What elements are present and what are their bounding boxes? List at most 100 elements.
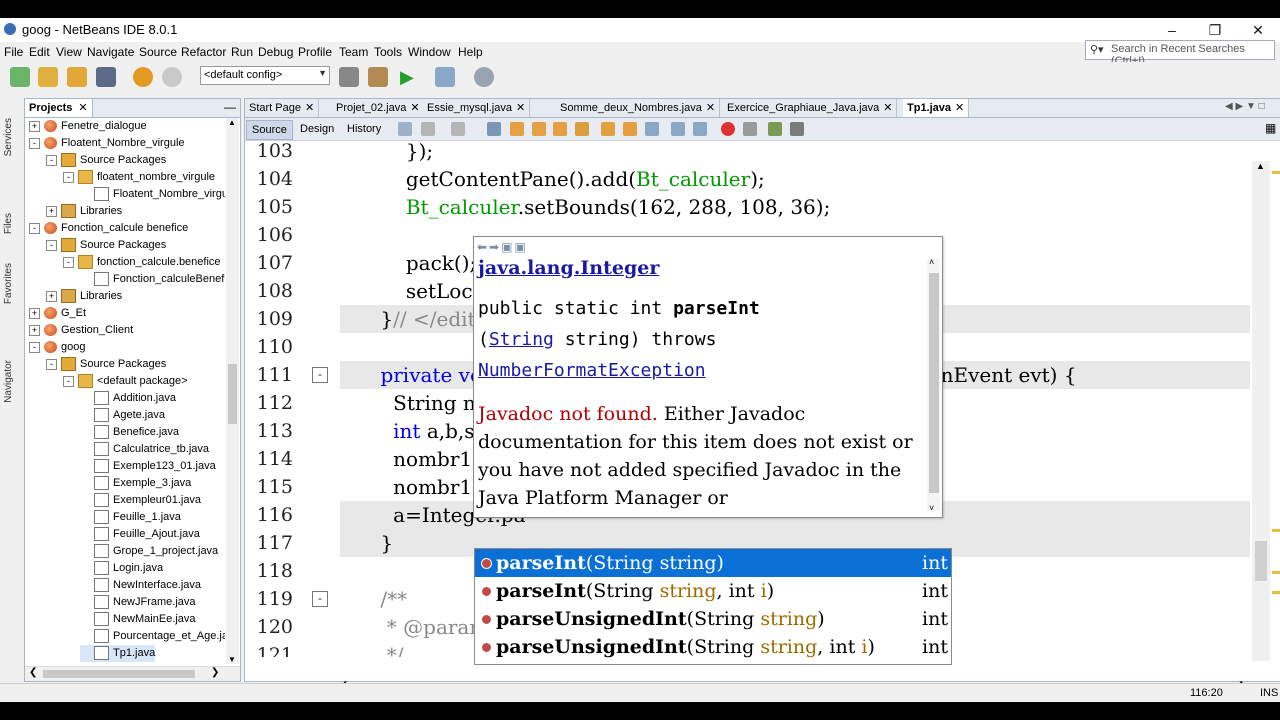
tree-node[interactable]: - Fonction_calcule benefice — [29, 220, 188, 237]
last-edit-icon[interactable] — [398, 122, 412, 136]
back-icon[interactable] — [421, 122, 435, 136]
tab-tp1-java[interactable]: Tp1.java ✕ — [903, 99, 970, 117]
tree-node[interactable]: - Floatent_Nombre_virgule — [29, 135, 185, 152]
tree-node[interactable]: + Libraries — [46, 203, 122, 220]
menu-debug[interactable]: Debug — [258, 45, 293, 59]
tree-node[interactable]: + Libraries — [46, 288, 122, 305]
debug-icon[interactable] — [435, 67, 455, 87]
expand-icon[interactable]: + — [46, 290, 57, 302]
completion-item[interactable]: parseInt(String string, int i) int — [475, 577, 951, 605]
find-selection-icon[interactable] — [487, 122, 501, 136]
start-macro-icon[interactable] — [721, 122, 735, 136]
tree-node[interactable]: + G_Et — [29, 305, 86, 322]
tab-history[interactable]: History — [342, 120, 386, 138]
tree-node[interactable]: Benefice.java — [80, 424, 179, 441]
menu-team[interactable]: Team — [339, 45, 368, 59]
maximize-editor-icon[interactable]: ▦ — [1265, 121, 1276, 135]
tree-node[interactable]: + Fenetre_dialogue — [29, 118, 147, 135]
run-icon[interactable]: ▶ — [400, 67, 420, 87]
completion-item[interactable]: parseUnsignedInt(String string) int — [475, 605, 951, 633]
editor-vertical-scrollbar[interactable]: ▲ — [1252, 161, 1270, 661]
toggle-rect-selection-icon[interactable] — [575, 122, 589, 136]
menu-profile[interactable]: Profile — [298, 45, 332, 59]
tab-design[interactable]: Design — [295, 120, 339, 138]
menu-help[interactable]: Help — [458, 45, 483, 59]
exception-link[interactable]: NumberFormatException — [478, 360, 706, 381]
menu-run[interactable]: Run — [231, 45, 253, 59]
close-icon[interactable]: ✕ — [305, 102, 314, 114]
tree-node[interactable]: Login.java — [80, 560, 163, 577]
tab-somme-deux-nombres-java[interactable]: Somme_deux_Nombres.java ✕ — [556, 99, 721, 117]
clean-build-icon[interactable] — [368, 67, 388, 87]
previous-bookmark-icon[interactable] — [601, 122, 615, 136]
build-icon[interactable] — [339, 67, 359, 87]
menu-refactor[interactable]: Refactor — [181, 45, 226, 59]
tree-node[interactable]: Agete.java — [80, 407, 165, 424]
tab-source[interactable]: Source — [246, 120, 293, 140]
toggle-bookmark-icon[interactable] — [645, 122, 659, 136]
projects-tab[interactable]: Projects ✕ — [25, 99, 93, 117]
menu-source[interactable]: Source — [139, 45, 177, 59]
collapse-icon[interactable]: - — [46, 154, 57, 166]
tab-essie-mysql-java[interactable]: Essie_mysql.java ✕ — [423, 99, 531, 117]
javadoc-scrollbar[interactable]: ˄ ˅ — [927, 257, 940, 513]
scroll-left-icon[interactable]: ❮ — [29, 667, 37, 678]
tree-node[interactable]: NewJFrame.java — [80, 594, 196, 611]
scroll-thumb[interactable] — [228, 364, 237, 424]
collapse-icon[interactable]: - — [63, 375, 74, 387]
string-type-link[interactable]: String — [489, 329, 554, 350]
close-icon[interactable]: ✕ — [78, 102, 87, 114]
menu-file[interactable]: File — [4, 45, 23, 59]
minimize-icon[interactable]: — — [224, 100, 236, 114]
menu-edit[interactable]: Edit — [29, 45, 50, 59]
tab-start-page[interactable]: Start Page ✕ — [245, 99, 320, 117]
tree-node[interactable]: Floatent_Nombre_virgule.java — [80, 186, 225, 203]
quick-search-input[interactable]: ⚲▾ Search in Recent Searches (Ctrl+I) — [1085, 40, 1275, 67]
tree-vertical-scrollbar[interactable]: ▲ ▼ — [226, 118, 239, 664]
tab-projet-02-java[interactable]: Projet_02.java ✕ — [332, 99, 425, 117]
close-icon[interactable]: ✕ — [883, 102, 892, 114]
close-icon[interactable]: ✕ — [516, 102, 525, 114]
fold-toggle-icon[interactable]: - — [312, 591, 328, 607]
find-previous-icon[interactable] — [510, 122, 524, 136]
tree-node[interactable]: Feuille_Ajout.java — [80, 526, 200, 543]
stop-macro-icon[interactable] — [743, 122, 757, 136]
collapse-icon[interactable]: - — [63, 256, 74, 268]
tree-node[interactable]: + Gestion_Client — [29, 322, 133, 339]
next-bookmark-icon[interactable] — [623, 122, 637, 136]
collapse-icon[interactable]: - — [29, 137, 40, 149]
tab-exercice-graphiaue-java-java[interactable]: Exercice_Graphiaue_Java.java ✕ — [723, 99, 898, 117]
uncomment-icon[interactable] — [790, 122, 804, 136]
scroll-thumb[interactable] — [43, 670, 195, 678]
tab-scroll-icons[interactable]: ◀ ▶ ▼ □ — [1225, 101, 1265, 112]
tree-node[interactable]: Pourcentage_et_Age.java — [80, 628, 225, 645]
tree-node[interactable]: Exempleur01.java — [80, 492, 201, 509]
files-tab[interactable]: Files — [3, 213, 14, 234]
tree-node[interactable]: - <default package> — [63, 373, 188, 390]
scroll-down-icon[interactable]: ▼ — [228, 655, 236, 664]
completion-item[interactable]: parseUnsignedInt(String string, int i) in… — [475, 633, 951, 661]
tree-node[interactable]: - goog — [29, 339, 85, 356]
save-all-icon[interactable] — [96, 67, 116, 87]
comment-icon[interactable] — [768, 122, 782, 136]
menu-tools[interactable]: Tools — [374, 45, 402, 59]
expand-icon[interactable]: + — [29, 324, 40, 336]
tree-node[interactable]: Exemple123_01.java — [80, 458, 216, 475]
tree-node[interactable]: - Source Packages — [46, 237, 166, 254]
close-button[interactable]: ✕ — [1238, 20, 1278, 40]
tree-node[interactable]: NewInterface.java — [80, 577, 201, 594]
expand-icon[interactable]: + — [29, 307, 40, 319]
tree-node[interactable]: - Source Packages — [46, 152, 166, 169]
collapse-icon[interactable]: - — [46, 358, 57, 370]
javadoc-class-link[interactable]: java.lang.Integer — [478, 257, 923, 279]
profile-icon[interactable] — [474, 67, 494, 87]
scroll-thumb[interactable] — [1255, 541, 1267, 581]
new-file-icon[interactable] — [10, 67, 30, 87]
config-select[interactable]: <default config> ▼ — [200, 66, 330, 85]
forward-icon[interactable] — [451, 122, 465, 136]
favorites-tab[interactable]: Favorites — [3, 263, 14, 304]
close-icon[interactable]: ✕ — [410, 102, 419, 114]
open-project-icon[interactable] — [67, 67, 87, 87]
collapse-icon[interactable]: - — [63, 171, 74, 183]
shift-left-icon[interactable] — [671, 122, 685, 136]
